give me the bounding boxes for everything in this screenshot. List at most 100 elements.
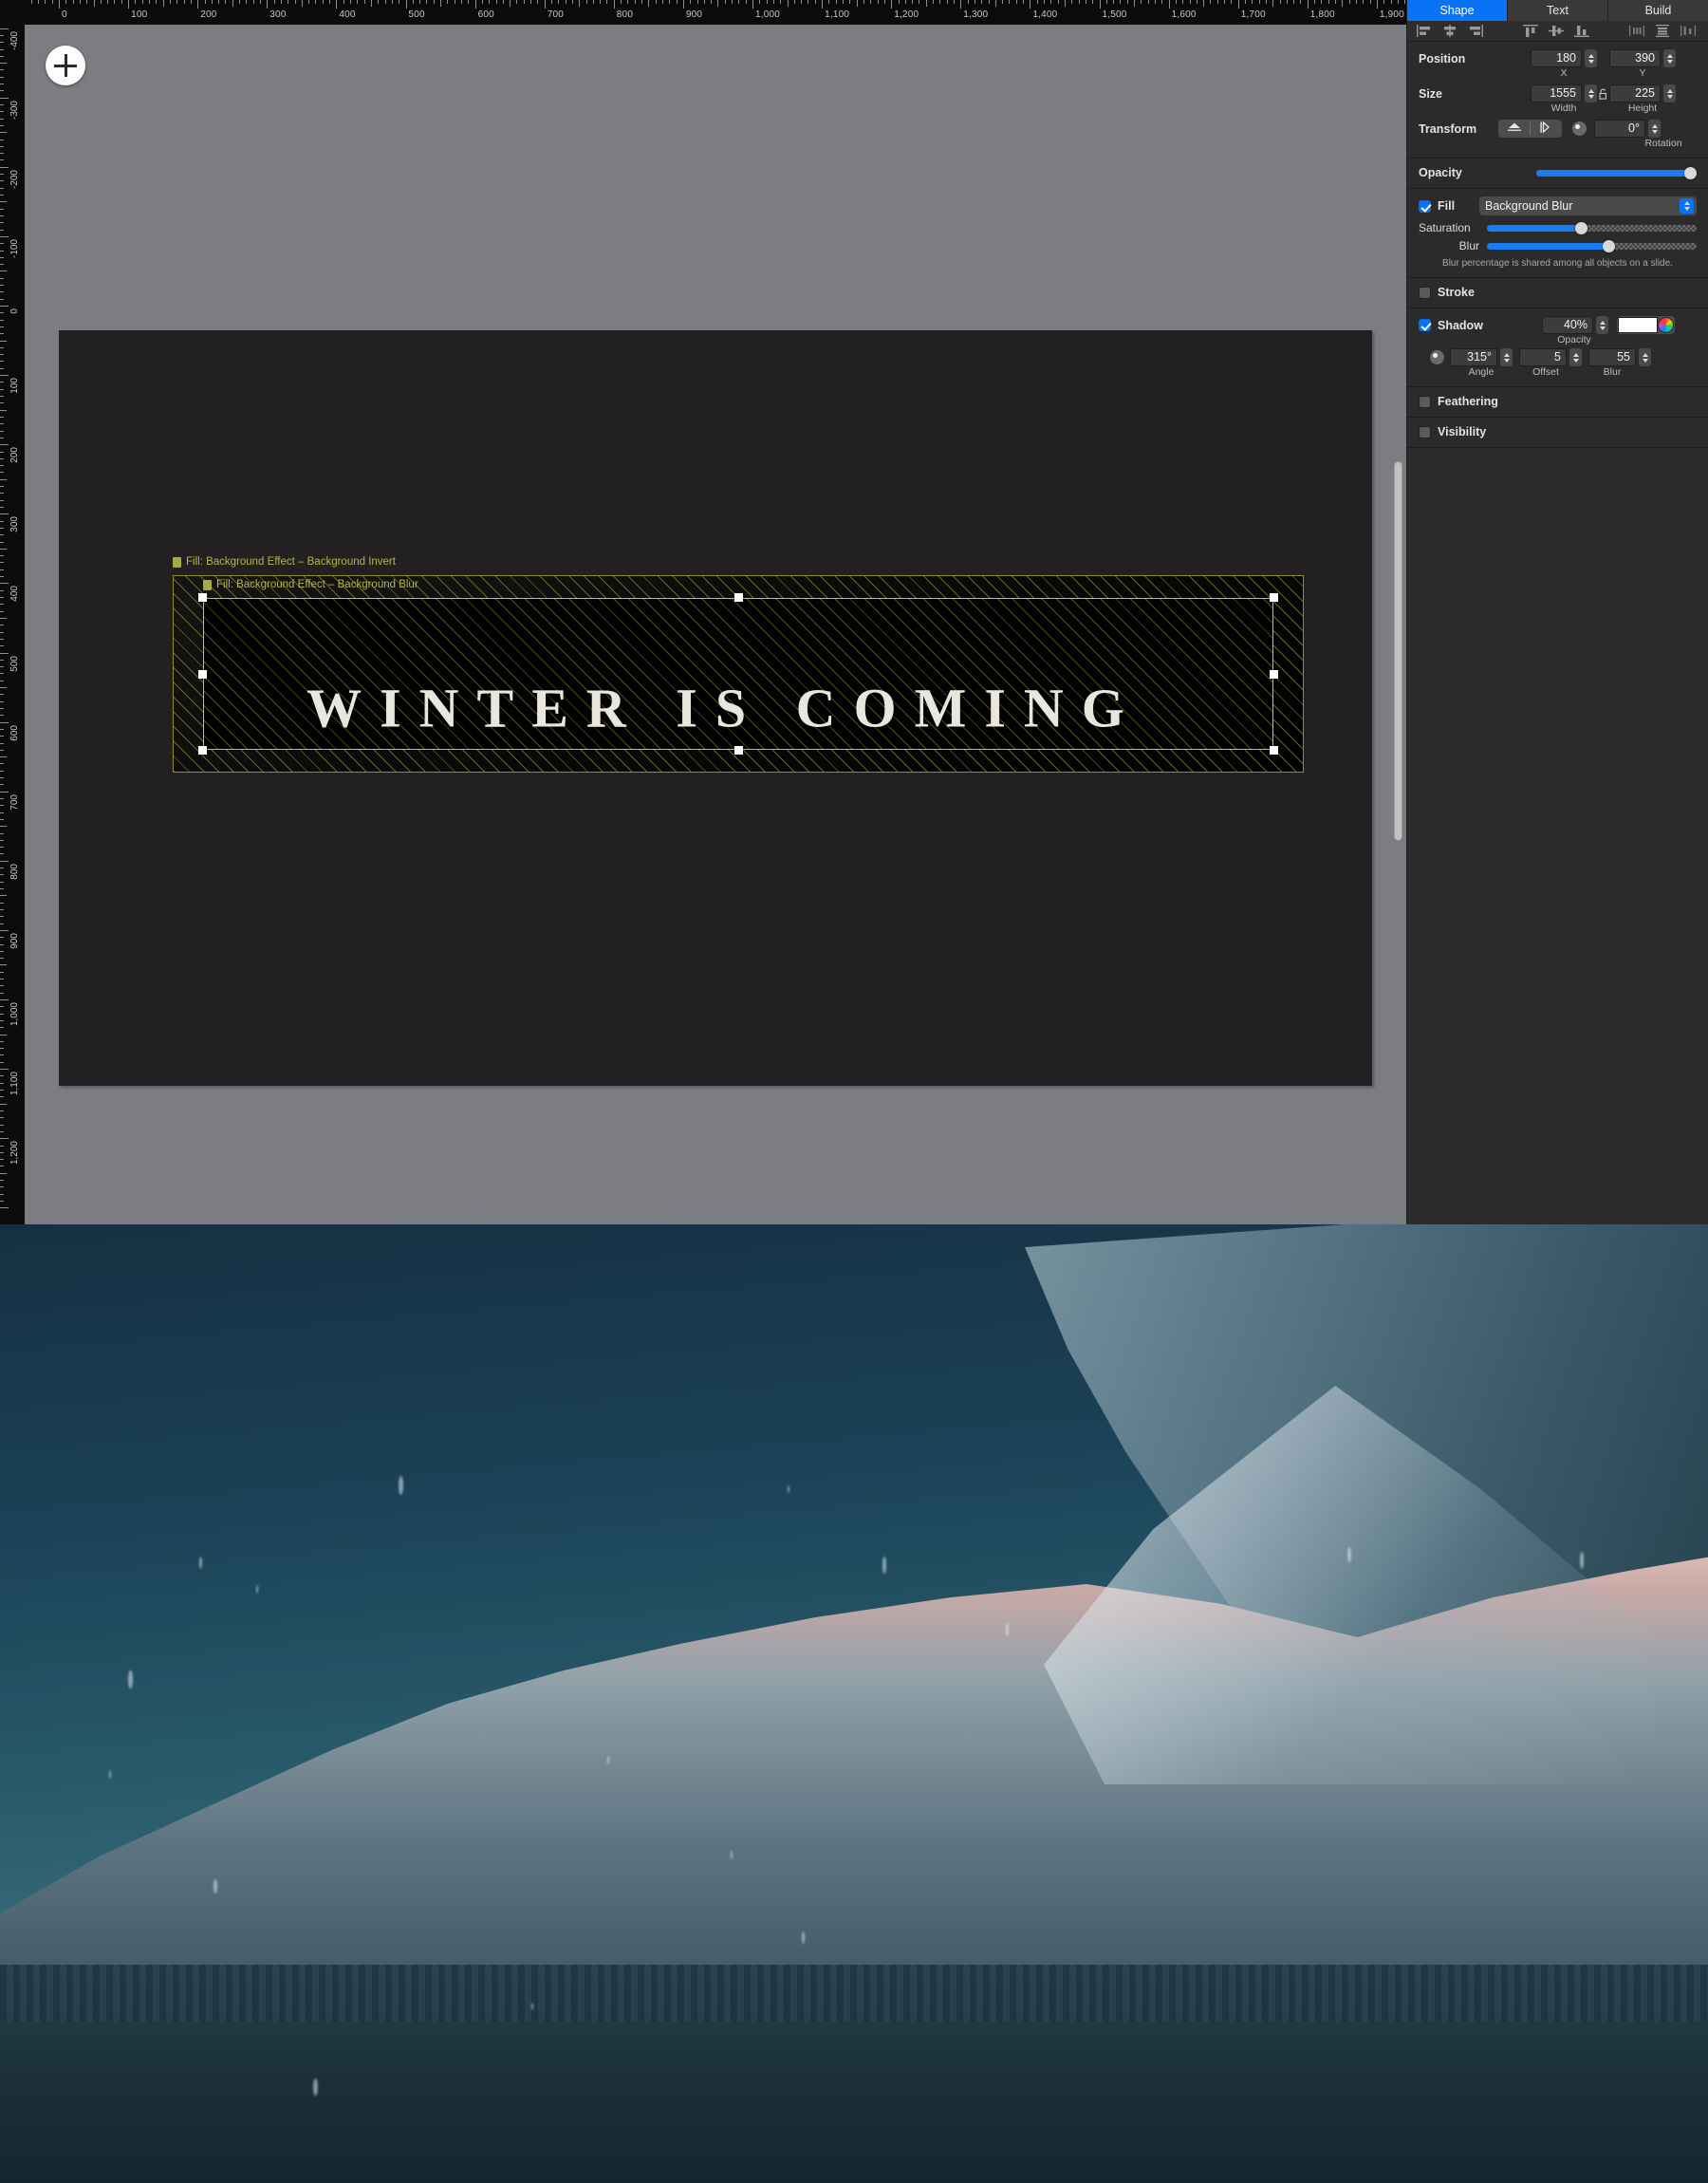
visibility-label: Visibility (1438, 425, 1486, 438)
tab-build[interactable]: Build (1608, 0, 1708, 21)
position-y-stepper[interactable] (1663, 49, 1676, 67)
visibility-checkbox[interactable] (1419, 426, 1431, 438)
size-height-stepper[interactable] (1663, 84, 1676, 103)
resize-handle-top-center[interactable] (734, 593, 743, 602)
ruler-h-label: 100 (128, 9, 147, 20)
slide-title-text[interactable]: WINTER IS COMING (59, 677, 1372, 740)
shadow-opacity-stepper[interactable] (1596, 316, 1608, 334)
align-left-icon[interactable] (1417, 25, 1432, 37)
ruler-h-label: 200 (197, 9, 216, 20)
shadow-angle-sublabel: Angle (1450, 366, 1513, 378)
size-height-input[interactable]: 225 (1609, 84, 1661, 103)
position-x-stepper[interactable] (1585, 49, 1597, 67)
canvas-vertical-scrollbar[interactable] (1394, 461, 1402, 841)
feathering-checkbox[interactable] (1419, 396, 1431, 408)
resize-handle-bottom-right[interactable] (1270, 746, 1278, 755)
feathering-section: Feathering (1407, 387, 1708, 418)
vertical-ruler[interactable]: -400 -300 -200 -100 0 100 200 300 400 500 600 700 80… (0, 25, 25, 1224)
align-bottom-icon[interactable] (1574, 25, 1589, 37)
geometry-section: Position 180 390 X Y Size 1555 225 Width (1407, 42, 1708, 159)
size-height-sublabel: Height (1609, 103, 1676, 114)
canvas-area[interactable]: Fill: Background Effect – Background Inv… (25, 25, 1406, 1224)
fill-section: Fill Background Blur Saturation Blur Blu… (1407, 189, 1708, 278)
size-width-input[interactable]: 1555 (1531, 84, 1582, 103)
ruler-h-label: 1,800 (1308, 9, 1335, 20)
ruler-h-label: 600 (475, 9, 494, 20)
resize-handle-bottom-center[interactable] (734, 746, 743, 755)
angle-dial-icon[interactable] (1430, 350, 1444, 364)
shadow-blur-stepper[interactable] (1639, 348, 1651, 366)
ruler-v-label: 400 (9, 583, 20, 602)
size-width-stepper[interactable] (1585, 84, 1597, 103)
opacity-section: Opacity (1407, 159, 1708, 189)
resize-handle-top-left[interactable] (198, 593, 207, 602)
opacity-slider[interactable] (1536, 166, 1697, 179)
shadow-offset-sublabel: Offset (1513, 366, 1579, 378)
shadow-angle-stepper[interactable] (1500, 348, 1513, 366)
shadow-opacity-input[interactable]: 40% (1542, 316, 1593, 334)
shadow-blur-input[interactable]: 55 (1588, 348, 1636, 366)
distribute-horizontally-icon[interactable] (1629, 25, 1644, 37)
rotation-input[interactable]: 0° (1594, 120, 1645, 138)
shadow-offset-input[interactable]: 5 (1519, 348, 1567, 366)
ruler-v-label: 500 (9, 653, 20, 672)
format-inspector: Shape Text Build Position 180 390 X Y Si… (1406, 0, 1708, 1224)
transform-label: Transform (1419, 122, 1498, 136)
distribute-spacing-icon[interactable] (1680, 25, 1696, 37)
object-chip-icon (203, 580, 212, 590)
tab-text[interactable]: Text (1508, 0, 1608, 21)
fill-type-select[interactable]: Background Blur (1479, 196, 1697, 215)
align-middle-vertical-icon[interactable] (1549, 25, 1564, 37)
position-y-sublabel: Y (1609, 67, 1676, 79)
align-right-icon[interactable] (1468, 25, 1483, 37)
snow-flake (214, 1879, 217, 1894)
stroke-label: Stroke (1438, 286, 1475, 299)
rotation-sublabel: Rotation (1630, 138, 1697, 149)
resize-handle-top-right[interactable] (1270, 593, 1278, 602)
object-chip-icon (173, 557, 181, 568)
rotation-stepper[interactable] (1648, 120, 1661, 138)
stroke-checkbox[interactable] (1419, 287, 1431, 299)
ruler-v-label: 1,200 (9, 1138, 20, 1165)
saturation-slider[interactable] (1487, 221, 1697, 234)
snow-flake (802, 1931, 805, 1944)
ruler-v-label: 1,000 (9, 999, 20, 1026)
distribute-group (1629, 25, 1696, 37)
object-label-blur: Fill: Background Effect – Background Blu… (203, 579, 418, 590)
rotation-dial-icon[interactable] (1572, 121, 1587, 136)
fill-label: Fill (1438, 199, 1479, 213)
shadow-opacity-sublabel: Opacity (1541, 334, 1607, 345)
blur-label: Blur (1419, 239, 1487, 252)
object-label-text: Fill: Background Effect – Background Inv… (186, 556, 396, 568)
ruler-h-label: 1,500 (1100, 9, 1127, 20)
resize-handle-bottom-left[interactable] (198, 746, 207, 755)
position-x-input[interactable]: 180 (1531, 49, 1582, 67)
color-wheel-icon[interactable] (1658, 317, 1674, 333)
flip-vertical-icon[interactable] (1501, 121, 1528, 138)
position-label: Position (1419, 52, 1531, 65)
horizontal-ruler[interactable]: 0 100 200 300 400 500 600 700 800 900 1,000 1,100 1,… (25, 0, 1406, 25)
tab-shape[interactable]: Shape (1407, 0, 1508, 21)
ruler-h-label: 1,600 (1169, 9, 1197, 20)
fill-checkbox[interactable] (1419, 200, 1431, 213)
position-y-input[interactable]: 390 (1609, 49, 1661, 67)
ruler-h-label: 400 (336, 9, 355, 20)
plus-circle-icon[interactable] (46, 46, 85, 85)
unlocked-padlock-icon[interactable] (1597, 88, 1609, 100)
shadow-color-swatch[interactable] (1618, 317, 1658, 333)
visibility-section: Visibility (1407, 418, 1708, 448)
distribute-vertically-icon[interactable] (1655, 25, 1670, 37)
flip-horizontal-icon[interactable] (1532, 121, 1559, 138)
slide-canvas[interactable]: Fill: Background Effect – Background Inv… (59, 330, 1372, 1086)
ruler-h-label: 0 (59, 9, 67, 20)
blur-slider[interactable] (1487, 239, 1697, 252)
shadow-checkbox[interactable] (1419, 319, 1431, 331)
shadow-angle-input[interactable]: 315° (1450, 348, 1497, 366)
ruler-v-label: -400 (9, 28, 20, 50)
shadow-offset-stepper[interactable] (1569, 348, 1582, 366)
snow-flake (313, 2079, 318, 2096)
align-center-horizontal-icon[interactable] (1442, 25, 1457, 37)
ruler-h-label: 700 (545, 9, 564, 20)
align-top-icon[interactable] (1523, 25, 1538, 37)
ruler-h-label: 1,400 (1030, 9, 1057, 20)
